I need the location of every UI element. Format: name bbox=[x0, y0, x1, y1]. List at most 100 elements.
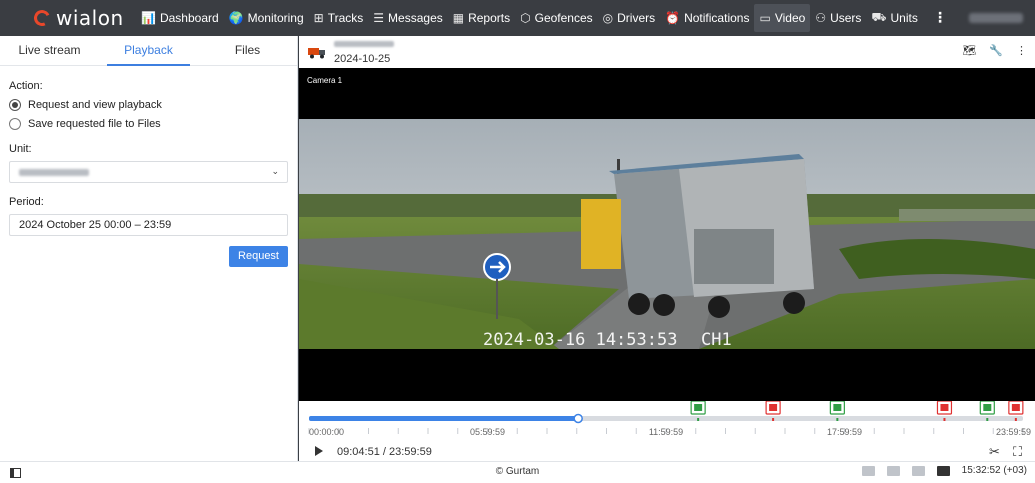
event-marker-tick bbox=[943, 418, 946, 421]
viewer-date: 2024-10-25 bbox=[334, 53, 391, 65]
viewer-tools: 🗺 🔧 ⋮ bbox=[962, 44, 1027, 57]
nav-item-dashboard[interactable]: 📊 Dashboard bbox=[136, 4, 224, 32]
app-window: wialon 📊 Dashboard 🌍 Monitoring ⊞ Tracks ☰ Mess… bbox=[0, 0, 1035, 483]
option-request-view[interactable]: Request and view playback bbox=[9, 99, 288, 111]
messages-icon: ☰ bbox=[373, 11, 385, 25]
status-indicator-icon-3[interactable] bbox=[911, 465, 925, 476]
option-save-to-files[interactable]: Save requested file to Files bbox=[9, 118, 288, 130]
request-button-row: Request bbox=[9, 246, 288, 267]
users-icon: ⚇ bbox=[815, 11, 827, 25]
timeline-handle[interactable] bbox=[573, 413, 583, 424]
nav-item-units[interactable]: ⛟ Units bbox=[866, 4, 922, 32]
period-field[interactable]: 2024 October 25 00:00 – 23:59 bbox=[9, 214, 288, 236]
nav-item-label: Geofences bbox=[534, 11, 593, 25]
tab-playback[interactable]: Playback bbox=[99, 36, 198, 66]
wialon-logo[interactable]: wialon bbox=[0, 6, 136, 30]
wialon-logo-mark-icon bbox=[31, 7, 53, 29]
tab-live-stream[interactable]: Live stream bbox=[0, 36, 99, 65]
nav-item-video[interactable]: ▭ Video bbox=[754, 4, 811, 32]
option-save-to-files-label: Save requested file to Files bbox=[28, 118, 161, 130]
status-bar: © Gurtam 15:32:52 (+03) bbox=[0, 461, 1035, 483]
main-nav: 📊 Dashboard 🌍 Monitoring ⊞ Tracks ☰ Messages ▦ Re… bbox=[136, 0, 923, 36]
nav-item-label: Messages bbox=[388, 11, 443, 25]
geofence-icon: ⬡ bbox=[520, 11, 531, 25]
playback-time: 09:04:51 / 23:59:59 bbox=[337, 446, 432, 458]
nav-item-tracks[interactable]: ⊞ Tracks bbox=[309, 4, 369, 32]
video-tabs: Live stream Playback Files bbox=[0, 36, 297, 66]
timeline-progress bbox=[309, 416, 579, 421]
nav-item-label: Tracks bbox=[327, 11, 364, 25]
radio-request-view[interactable] bbox=[9, 99, 21, 111]
map-icon[interactable]: 🗺 bbox=[962, 44, 976, 57]
status-indicator-icon-4[interactable] bbox=[936, 465, 950, 476]
event-marker-tick bbox=[697, 418, 700, 421]
wrench-icon[interactable]: 🔧 bbox=[989, 44, 1003, 57]
steering-wheel-icon: ◎ bbox=[602, 11, 614, 25]
top-navigation-bar: wialon 📊 Dashboard 🌍 Monitoring ⊞ Tracks ☰ Mess… bbox=[0, 0, 1035, 36]
timeline-tick-label: 11:59:59 bbox=[649, 427, 683, 437]
event-marker-icon bbox=[694, 404, 703, 411]
kebab-menu-icon[interactable]: ⋮ bbox=[1016, 44, 1027, 57]
playback-timeline[interactable]: 00:00:00 05:59:59 11:59:59 17:59:59 23:59:59… bbox=[299, 401, 1035, 461]
topbar-right: ⋮ bbox=[933, 0, 1023, 36]
nav-item-label: Dashboard bbox=[159, 11, 219, 25]
camera-scene: 2024-03-16 14:53:53 CH1 bbox=[299, 119, 1035, 349]
nav-item-label: Users bbox=[830, 11, 862, 25]
request-button[interactable]: Request bbox=[229, 246, 288, 267]
event-marker-icon bbox=[983, 404, 992, 411]
statusbar-right: 15:32:52 (+03) bbox=[861, 465, 1027, 476]
radio-save-to-files[interactable] bbox=[9, 118, 21, 130]
overlay-timestamp: 2024-03-16 14:53:53 bbox=[483, 330, 677, 349]
timeline-tick-label: 23:59:59 bbox=[996, 427, 1031, 437]
playback-form: Action: Request and view playback Save r… bbox=[0, 66, 297, 267]
nav-item-reports[interactable]: ▦ Reports bbox=[448, 4, 515, 32]
unit-name-redacted bbox=[334, 41, 394, 47]
tracks-icon: ⊞ bbox=[313, 11, 324, 25]
overlay-channel: CH1 bbox=[701, 330, 732, 349]
topbar-more-icon[interactable]: ⋮ bbox=[933, 10, 947, 26]
nav-item-drivers[interactable]: ◎ Drivers bbox=[598, 4, 660, 32]
scissors-icon[interactable]: ✂ bbox=[989, 445, 1000, 460]
logo-text: wialon bbox=[56, 6, 124, 30]
user-menu[interactable] bbox=[969, 13, 1023, 23]
tab-files[interactable]: Files bbox=[198, 36, 297, 65]
nav-item-monitoring[interactable]: 🌍 Monitoring bbox=[224, 4, 309, 32]
event-marker-tick bbox=[772, 418, 775, 421]
viewer-header: 2024-10-25 🗺 🔧 ⋮ bbox=[299, 36, 1035, 68]
video-settings-panel: Live stream Playback Files Action: Reque… bbox=[0, 36, 298, 461]
play-icon[interactable] bbox=[315, 446, 323, 456]
nav-item-messages[interactable]: ☰ Messages bbox=[368, 4, 447, 32]
nav-item-geofences[interactable]: ⬡ Geofences bbox=[515, 4, 598, 32]
option-request-view-label: Request and view playback bbox=[28, 99, 162, 111]
event-marker-tick bbox=[836, 418, 839, 421]
server-clock: 15:32:52 (+03) bbox=[961, 465, 1027, 476]
status-indicator-icon-2[interactable] bbox=[886, 465, 900, 476]
event-marker-icon bbox=[940, 404, 949, 411]
nav-item-label: Notifications bbox=[684, 11, 750, 25]
bar-chart-icon: 📊 bbox=[141, 11, 156, 25]
reports-icon: ▦ bbox=[452, 11, 465, 25]
event-marker-tick bbox=[986, 418, 989, 421]
timeline-tick-label: 00:00:00 bbox=[309, 427, 344, 437]
unit-select-value-redacted bbox=[19, 168, 89, 176]
video-frame[interactable]: Camera 1 2024-03-16 14:53:53 CH1 bbox=[299, 68, 1035, 401]
fullscreen-icon[interactable]: ⛶ bbox=[1012, 445, 1023, 460]
event-marker-icon bbox=[1011, 404, 1020, 411]
nav-item-notifications[interactable]: ⏰ Notifications bbox=[660, 4, 754, 32]
unit-select[interactable]: ⌄ bbox=[9, 161, 288, 183]
video-viewer: 2024-10-25 🗺 🔧 ⋮ Camera 1 2024-03-16 14:… bbox=[299, 36, 1035, 461]
nav-item-label: Monitoring bbox=[247, 11, 304, 25]
nav-item-label: Units bbox=[890, 11, 918, 25]
camera-label: Camera 1 bbox=[307, 76, 343, 85]
nav-item-users[interactable]: ⚇ Users bbox=[810, 4, 866, 32]
period-label: Period: bbox=[9, 196, 44, 208]
event-marker-tick bbox=[1014, 418, 1017, 421]
nav-item-label: Video bbox=[774, 11, 806, 25]
car-icon: ⛟ bbox=[871, 10, 887, 24]
status-indicator-icon-1[interactable] bbox=[861, 465, 875, 476]
unit-label: Unit: bbox=[9, 143, 32, 155]
event-marker-icon bbox=[769, 404, 778, 411]
truck-icon bbox=[308, 48, 325, 59]
nav-item-label: Reports bbox=[468, 11, 511, 25]
nav-item-label: Drivers bbox=[617, 11, 656, 25]
